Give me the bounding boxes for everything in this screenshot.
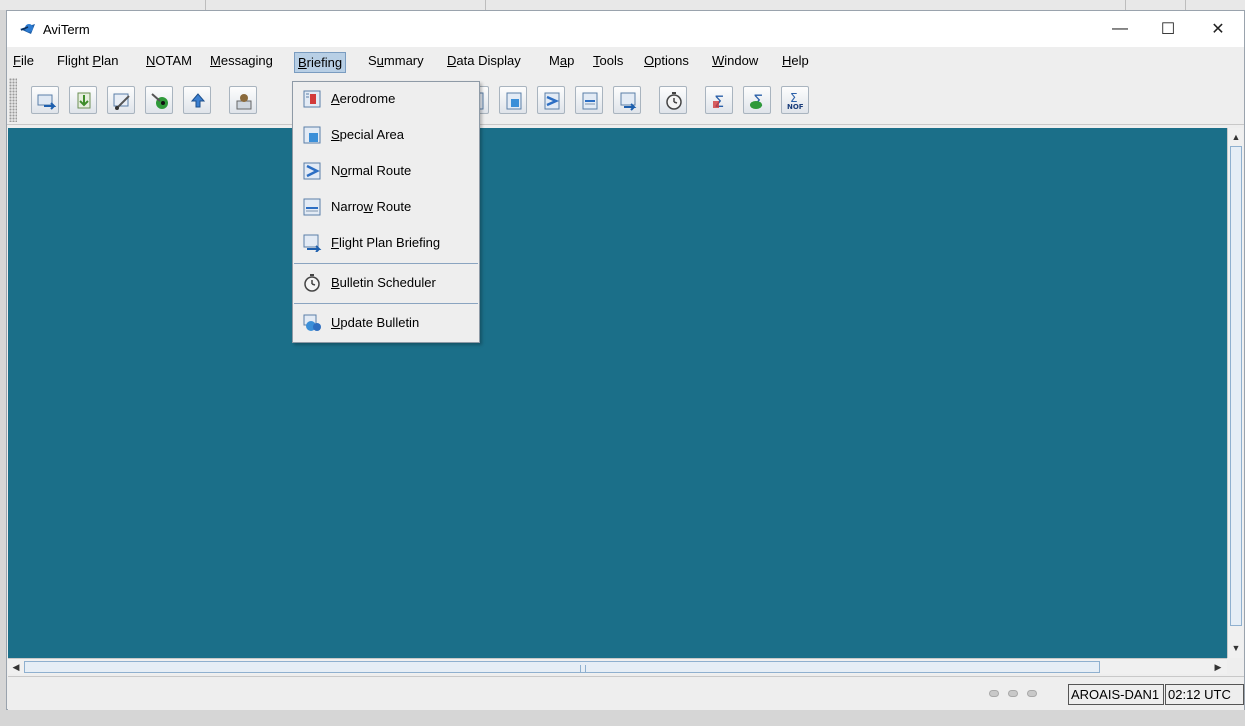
- status-led-icon: [1027, 690, 1037, 697]
- scroll-grip-icon: [580, 665, 586, 673]
- update-bulletin-icon: [303, 314, 321, 331]
- menu-item-narrow-route[interactable]: Narrow Route: [294, 190, 478, 224]
- scroll-right-icon[interactable]: ▶: [1211, 660, 1225, 674]
- status-bar: AROAIS-DAN1 02:12 UTC: [8, 676, 1244, 710]
- toolbar-operator-button[interactable]: [229, 86, 257, 114]
- scroll-up-icon[interactable]: ▲: [1229, 130, 1243, 144]
- toolbar-flight-plan-briefing-button[interactable]: [613, 86, 641, 114]
- minimize-button[interactable]: —: [1097, 11, 1143, 47]
- narrow-route-icon: [582, 92, 598, 110]
- send-icon: [37, 94, 56, 110]
- toolbar-edit-message-button[interactable]: [107, 86, 135, 114]
- menu-messaging[interactable]: Messaging: [210, 53, 273, 71]
- aviterm-window: AviTerm — ☐ ✕ File Flight Plan NOTAM Mes…: [6, 10, 1245, 710]
- menu-map[interactable]: Map: [549, 53, 574, 71]
- scroll-down-icon[interactable]: ▼: [1229, 641, 1243, 655]
- minimize-icon: —: [1112, 20, 1128, 37]
- maximize-button[interactable]: ☐: [1145, 11, 1191, 47]
- menu-flight-plan[interactable]: Flight Plan: [57, 53, 118, 71]
- svg-text:NOF: NOF: [787, 103, 804, 111]
- menu-separator: [294, 303, 478, 304]
- flight-plan-briefing-icon: [620, 92, 637, 111]
- maximize-icon: ☐: [1160, 21, 1176, 38]
- menu-item-bulletin-scheduler[interactable]: Bulletin Scheduler: [294, 266, 478, 300]
- menu-item-special-area[interactable]: Special Area: [294, 118, 478, 152]
- toolbar-send-button[interactable]: [31, 86, 59, 114]
- toolbar-narrow-route-button[interactable]: [575, 86, 603, 114]
- station-field: AROAIS-DAN1: [1068, 684, 1164, 705]
- toolbar-globe-button[interactable]: [145, 86, 173, 114]
- menu-separator: [294, 263, 478, 264]
- scheduler-icon: [666, 92, 682, 110]
- summary-green-icon: Σ: [750, 91, 763, 110]
- narrow-route-icon: [303, 198, 321, 216]
- toolbar-normal-route-button[interactable]: [537, 86, 565, 114]
- upload-icon: [190, 93, 206, 108]
- menu-item-normal-route[interactable]: Normal Route: [294, 154, 478, 188]
- menu-tools[interactable]: Tools: [593, 53, 623, 71]
- vertical-scrollbar[interactable]: ▲ ▼: [1227, 128, 1243, 658]
- receive-icon: [77, 92, 91, 109]
- menu-window[interactable]: Window: [712, 53, 758, 71]
- menu-item-aerodrome[interactable]: Aerodrome: [294, 82, 478, 116]
- menu-item-update-bulletin[interactable]: Update Bulletin: [294, 306, 478, 340]
- menu-help[interactable]: Help: [782, 53, 809, 71]
- toolbar-summary-button[interactable]: Σ: [705, 86, 733, 114]
- scroll-corner: [1227, 658, 1243, 674]
- operator-icon: [236, 94, 252, 110]
- summary-icon: Σ: [713, 92, 724, 111]
- aviterm-app-icon: [20, 24, 35, 34]
- edit-message-icon: [113, 93, 130, 110]
- desktop-pane[interactable]: [8, 128, 1227, 658]
- nof-summary-icon: ΣNOF: [787, 91, 804, 111]
- status-led-icon: [1008, 690, 1018, 697]
- briefing-menu: Aerodrome Special Area Normal Route Narr…: [292, 81, 480, 343]
- globe-icon: [151, 93, 168, 109]
- special-area-icon: [506, 92, 522, 110]
- background-window-strip: [0, 0, 1245, 10]
- toolbar: Σ Σ Σ NOF: [7, 75, 1244, 125]
- toolbar-scheduler-button[interactable]: [659, 86, 687, 114]
- screen: AviTerm — ☐ ✕ File Flight Plan NOTAM Mes…: [0, 0, 1245, 726]
- window-title: AviTerm: [43, 22, 90, 37]
- menu-briefing[interactable]: Briefing: [294, 52, 347, 73]
- toolbar-receive-button[interactable]: [69, 86, 97, 114]
- close-icon: ✕: [1211, 21, 1225, 38]
- toolbar-grip[interactable]: [9, 78, 17, 122]
- normal-route-icon: [303, 162, 321, 180]
- scroll-left-icon[interactable]: ◀: [9, 660, 23, 674]
- menu-options[interactable]: Options: [644, 53, 689, 71]
- utc-clock: 02:12 UTC: [1165, 684, 1244, 705]
- flight-plan-briefing-icon: [303, 234, 322, 252]
- aerodrome-icon: [303, 90, 321, 108]
- normal-route-icon: [544, 92, 560, 110]
- toolbar-special-area-button[interactable]: [499, 86, 527, 114]
- menu-file[interactable]: File: [13, 53, 34, 71]
- close-button[interactable]: ✕: [1195, 11, 1241, 47]
- menu-data-display[interactable]: Data Display: [447, 53, 521, 71]
- special-area-icon: [303, 126, 321, 144]
- vertical-scroll-thumb[interactable]: [1230, 146, 1242, 626]
- toolbar-summary-green-button[interactable]: Σ: [743, 86, 771, 114]
- menu-summary[interactable]: Summary: [368, 53, 424, 71]
- stopwatch-icon: [304, 274, 320, 292]
- menu-notam[interactable]: NOTAM: [146, 53, 192, 71]
- horizontal-scrollbar[interactable]: ◀ ▶: [8, 658, 1227, 674]
- toolbar-nof-summary-button[interactable]: Σ NOF: [781, 86, 809, 114]
- menu-item-flight-plan-briefing[interactable]: Flight Plan Briefing: [294, 226, 478, 260]
- horizontal-scroll-thumb[interactable]: [24, 661, 1100, 673]
- title-bar: AviTerm — ☐ ✕: [7, 11, 1244, 47]
- status-led-icon: [989, 690, 999, 697]
- menu-bar: File Flight Plan NOTAM Messaging Briefin…: [7, 49, 1244, 73]
- toolbar-upload-button[interactable]: [183, 86, 211, 114]
